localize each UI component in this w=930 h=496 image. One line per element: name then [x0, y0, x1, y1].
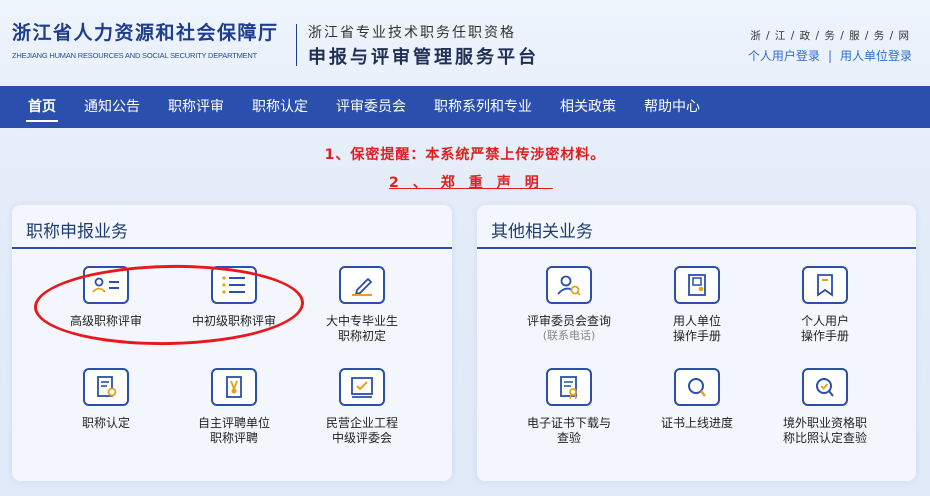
edit-icon — [339, 266, 385, 304]
list-icon — [211, 266, 257, 304]
tile-label: 用人单位 操作手册 — [672, 314, 721, 343]
tile-unit-manual[interactable]: 用人单位 操作手册 — [632, 266, 762, 344]
id-card-icon — [83, 266, 129, 304]
tile-self-appointment-unit[interactable]: 自主评聘单位 职称评聘 — [169, 368, 299, 446]
panel-divider — [477, 247, 916, 249]
tile-sublabel: (联系电话) — [542, 329, 596, 342]
gov-service-link[interactable]: 浙 / 江 / 政 / 务 / 服 / 务 / 网 — [750, 28, 910, 43]
tile-junior-title-review[interactable]: 中初级职称评审 — [169, 266, 299, 329]
tile-label: 境外职业资格职 称比照认定查验 — [782, 416, 867, 445]
other-services-panel: 其他相关业务 评审委员会查询 (联系电话) 用人单位 操作手册 个人用户 操作手… — [477, 205, 916, 481]
certificate-icon — [83, 368, 129, 406]
nav-help[interactable]: 帮助中心 — [630, 86, 714, 128]
nav-notices[interactable]: 通知公告 — [70, 86, 154, 128]
panel-divider — [12, 247, 452, 249]
login-links: 个人用户登录 | 用人单位登录 — [748, 47, 912, 64]
nav-title-review[interactable]: 职称评审 — [154, 86, 238, 128]
tile-senior-title-review[interactable]: 高级职称评审 — [41, 266, 171, 329]
tile-label: 职称认定 — [81, 416, 130, 430]
tile-committee-query[interactable]: 评审委员会查询 (联系电话) — [504, 266, 634, 343]
tile-label: 个人用户 操作手册 — [800, 314, 849, 343]
unit-login-link[interactable]: 用人单位登录 — [840, 49, 912, 63]
bookmark-icon — [802, 266, 848, 304]
tile-title-recognition[interactable]: 职称认定 — [41, 368, 171, 431]
tile-e-certificate[interactable]: 电子证书下载与 查验 — [504, 368, 634, 446]
site-header: 浙江省人力资源和社会保障厅 ZHEJIANG HUMAN RESOURCES A… — [0, 0, 930, 86]
panel-title: 职称申报业务 — [26, 222, 128, 242]
header-divider — [296, 24, 297, 66]
tile-label: 评审委员会查询 — [526, 314, 611, 328]
certificate-download-icon — [546, 368, 592, 406]
tile-overseas-qualification[interactable]: 境外职业资格职 称比照认定查验 — [760, 368, 890, 446]
verify-search-icon — [802, 368, 848, 406]
search-icon — [674, 368, 720, 406]
manual-icon — [674, 266, 720, 304]
application-panel: 职称申报业务 高级职称评审 中初级职称评审 大中专毕业生 职称初定 职称认定 自… — [12, 205, 452, 481]
tile-private-enterprise-committee[interactable]: 民营企业工程 中级评委会 — [297, 368, 427, 446]
panel-title: 其他相关业务 — [491, 222, 593, 242]
department-name-en: ZHEJIANG HUMAN RESOURCES AND SOCIAL SECU… — [12, 51, 258, 60]
tile-certificate-progress[interactable]: 证书上线进度 — [632, 368, 762, 431]
main-nav: 首页 通知公告 职称评审 职称认定 评审委员会 职称系列和专业 相关政策 帮助中… — [0, 86, 930, 128]
tile-graduate-title[interactable]: 大中专毕业生 职称初定 — [297, 266, 427, 344]
tile-label: 中初级职称评审 — [191, 314, 276, 328]
department-name: 浙江省人力资源和社会保障厅 — [12, 22, 279, 44]
tile-label: 证书上线进度 — [660, 416, 733, 430]
nav-title-series[interactable]: 职称系列和专业 — [420, 86, 546, 128]
tile-label: 自主评聘单位 职称评聘 — [197, 416, 270, 445]
tile-personal-manual[interactable]: 个人用户 操作手册 — [760, 266, 890, 344]
check-form-icon — [339, 368, 385, 406]
tile-label: 民营企业工程 中级评委会 — [325, 416, 398, 445]
badge-icon — [211, 368, 257, 406]
solemn-statement-link[interactable]: 2、郑重声明 — [389, 172, 553, 192]
tile-label: 高级职称评审 — [69, 314, 142, 328]
confidentiality-notice: 1、保密提醒：本系统严禁上传涉密材料。 — [324, 147, 606, 163]
system-title: 申报与评审管理服务平台 — [308, 47, 539, 68]
nav-title-recognition[interactable]: 职称认定 — [238, 86, 322, 128]
personal-login-link[interactable]: 个人用户登录 — [748, 49, 820, 63]
nav-policies[interactable]: 相关政策 — [546, 86, 630, 128]
system-subtitle: 浙江省专业技术职务任职资格 — [308, 25, 516, 41]
nav-home[interactable]: 首页 — [14, 86, 70, 128]
tile-label: 电子证书下载与 查验 — [526, 416, 611, 445]
user-search-icon — [546, 266, 592, 304]
tile-label: 大中专毕业生 职称初定 — [325, 314, 398, 343]
login-separator: | — [827, 49, 832, 63]
nav-review-committee[interactable]: 评审委员会 — [322, 86, 420, 128]
